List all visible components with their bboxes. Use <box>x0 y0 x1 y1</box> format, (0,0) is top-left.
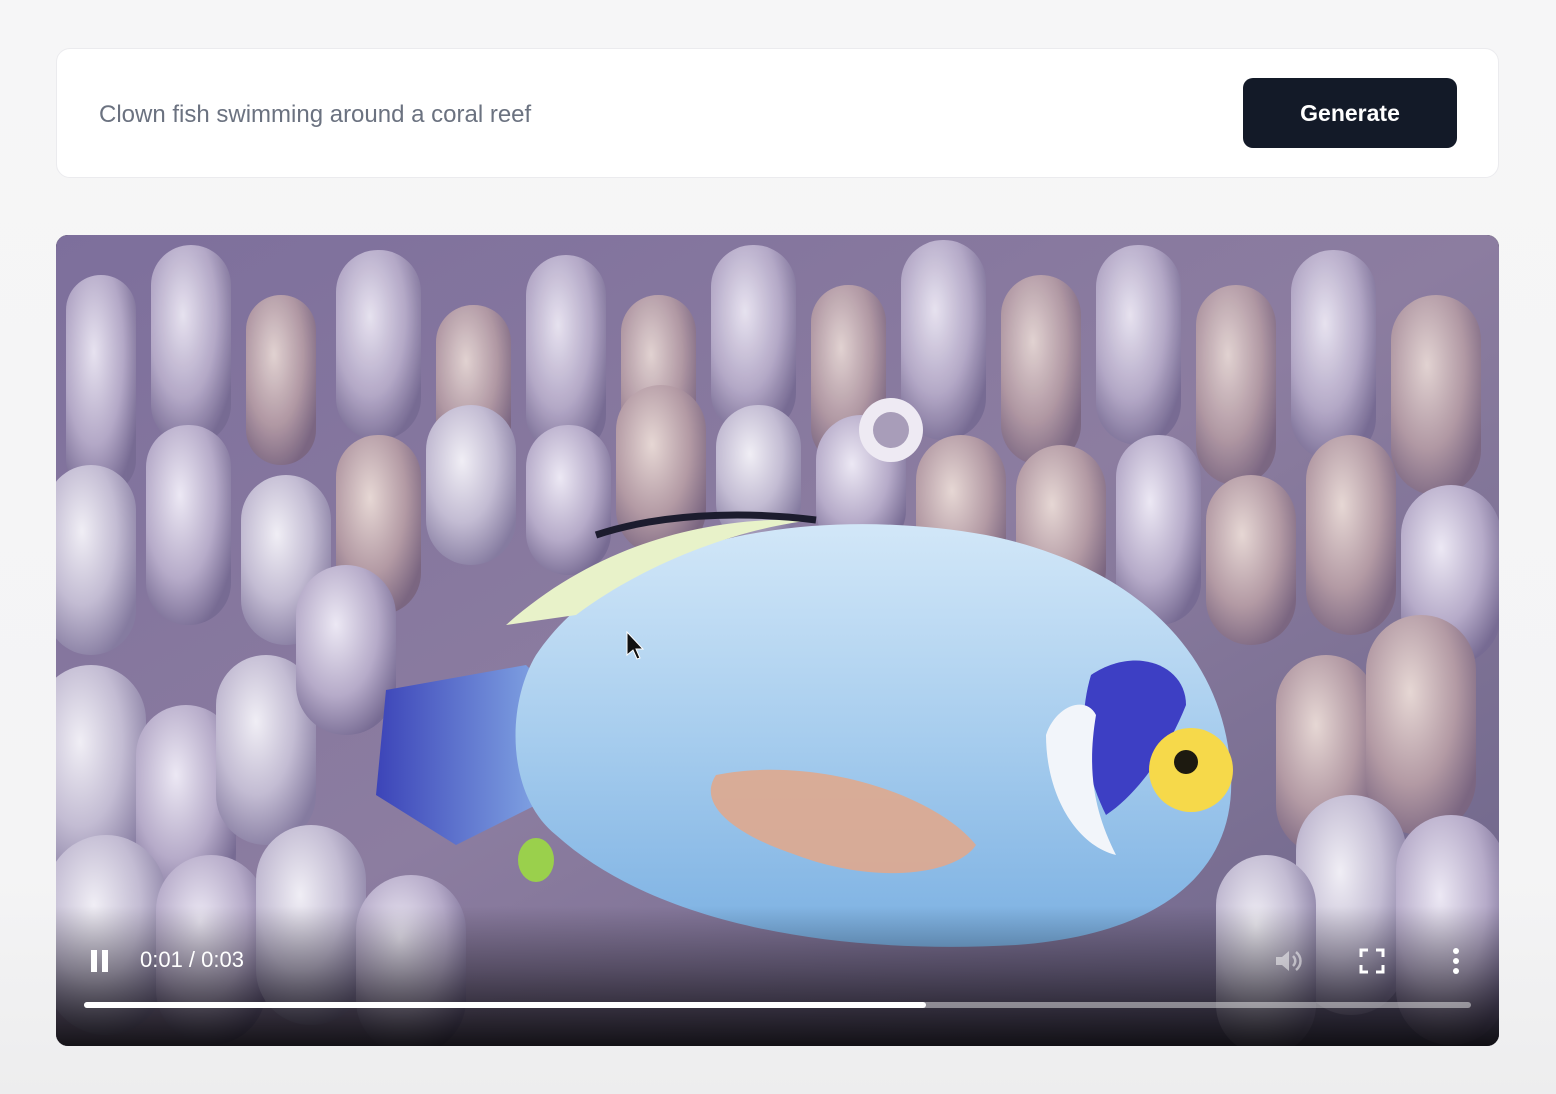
more-vertical-icon <box>1453 948 1459 974</box>
generate-button[interactable]: Generate <box>1243 78 1457 148</box>
pause-icon <box>91 950 108 972</box>
time-display: 0:01 / 0:03 <box>140 947 244 972</box>
fullscreen-icon <box>1359 948 1385 974</box>
fullscreen-button[interactable] <box>1352 941 1392 981</box>
volume-icon <box>1276 951 1302 971</box>
more-options-button[interactable] <box>1436 941 1476 981</box>
progress-fill <box>84 1002 926 1008</box>
prompt-card: Generate <box>56 48 1499 178</box>
video-player[interactable]: 0:01 / 0:03 <box>56 235 1499 1046</box>
mute-button[interactable] <box>1268 941 1308 981</box>
pause-button[interactable] <box>80 941 120 981</box>
prompt-input[interactable] <box>99 93 1199 137</box>
progress-bar[interactable] <box>84 1002 1471 1008</box>
